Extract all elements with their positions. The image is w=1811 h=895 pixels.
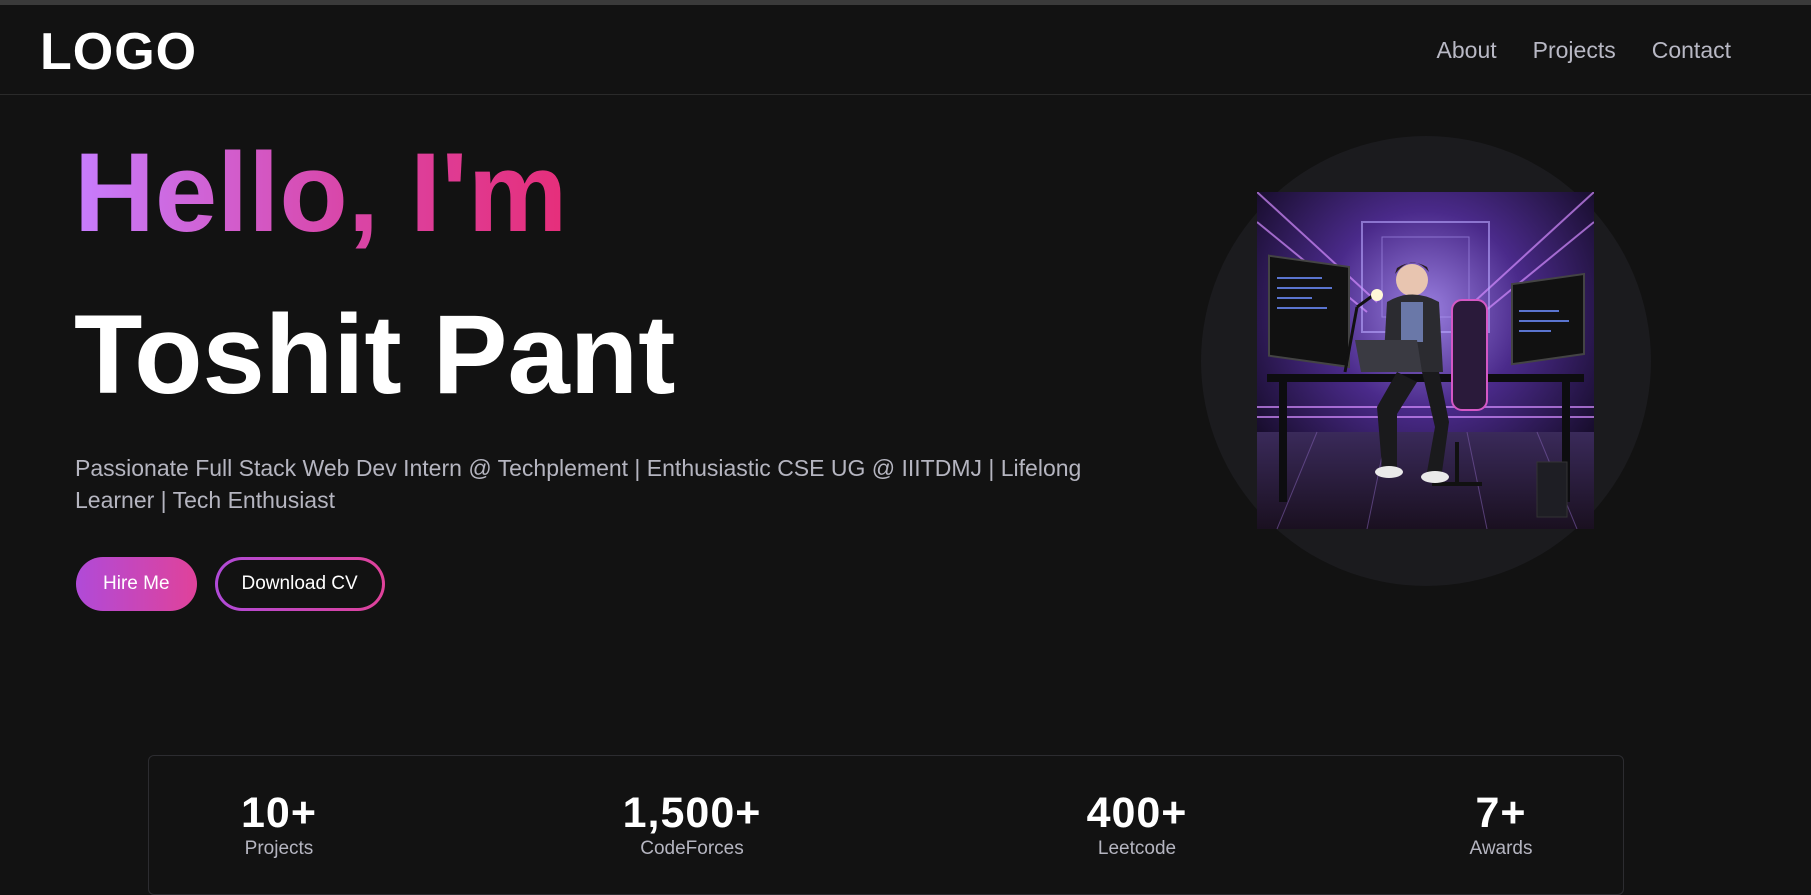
hero-buttons: Hire Me Download CV xyxy=(76,557,385,611)
developer-at-desk-illustration-icon xyxy=(1257,192,1594,529)
navbar: LOGO About Projects Contact xyxy=(0,5,1811,95)
stat-value: 7+ xyxy=(1475,789,1527,837)
hero-name: Toshit Pant xyxy=(74,292,676,417)
stat-value: 10+ xyxy=(241,789,317,837)
download-cv-button[interactable]: Download CV xyxy=(217,560,382,608)
hero-greeting: Hello, I'm xyxy=(74,128,567,258)
nav-links: About Projects Contact xyxy=(1437,35,1731,65)
stat-codeforces: 1,500+ CodeForces xyxy=(562,788,822,860)
stat-label: Projects xyxy=(244,838,314,859)
stat-leetcode: 400+ Leetcode xyxy=(1007,788,1267,860)
stat-label: Leetcode xyxy=(1097,838,1177,859)
logo[interactable]: LOGO xyxy=(40,21,197,83)
nav-link-contact[interactable]: Contact xyxy=(1652,35,1731,65)
hire-me-button[interactable]: Hire Me xyxy=(76,557,197,611)
download-cv-button-border: Download CV xyxy=(214,557,385,611)
stat-projects: 10+ Projects xyxy=(149,788,409,860)
stat-label: Awards xyxy=(1469,838,1533,859)
stat-value: 400+ xyxy=(1086,789,1188,837)
stat-label: CodeForces xyxy=(640,838,744,859)
avatar xyxy=(1257,192,1594,529)
stat-awards: 7+ Awards xyxy=(1371,788,1631,860)
stats-card: 10+ Projects 1,500+ CodeForces 400+ Leet… xyxy=(148,755,1624,895)
nav-link-projects[interactable]: Projects xyxy=(1533,35,1616,65)
nav-link-about[interactable]: About xyxy=(1437,35,1497,65)
stat-value: 1,500+ xyxy=(622,789,762,837)
hero-tagline: Passionate Full Stack Web Dev Intern @ T… xyxy=(75,455,1082,513)
